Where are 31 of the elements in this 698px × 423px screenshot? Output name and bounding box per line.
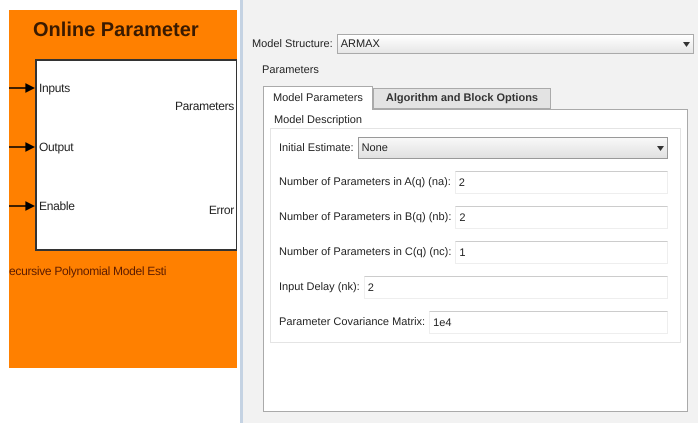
port-label: Inputs xyxy=(39,80,70,97)
input-field[interactable]: 1 xyxy=(455,241,668,264)
model-structure-dropdown[interactable]: ARMAX xyxy=(336,34,694,54)
estimator-block[interactable]: Inputs Output Enable Parameters Error xyxy=(35,59,237,251)
port-label: Enable xyxy=(39,198,75,215)
port-arrow-icon xyxy=(9,201,35,211)
input-field[interactable]: 2 xyxy=(364,276,668,299)
port-label: Parameters xyxy=(174,98,234,115)
field-label: Number of Parameters in A(q) (na): xyxy=(279,175,451,190)
field-label: Model Structure: xyxy=(252,36,333,52)
section-title: Parameters xyxy=(262,63,320,78)
initial-estimate-dropdown[interactable]: None xyxy=(358,137,668,159)
group-title: Model Description xyxy=(274,112,364,128)
port-label: Output xyxy=(39,139,74,156)
field-label: Number of Parameters in C(q) (nc): xyxy=(279,245,452,260)
dropdown-caret-icon xyxy=(683,42,690,46)
field-label: Parameter Covariance Matrix: xyxy=(279,315,426,330)
field-label: Initial Estimate: xyxy=(279,140,354,156)
tab[interactable]: Algorithm and Block Options xyxy=(372,88,552,108)
dropdown-caret-icon xyxy=(657,146,664,150)
input-field[interactable]: 1e4 xyxy=(429,311,668,334)
field-label: Input Delay (nk): xyxy=(279,280,360,296)
tab[interactable]: Model Parameters xyxy=(263,86,373,110)
block-caption: ecursive Polynomial Model Esti xyxy=(9,263,168,280)
port-arrow-icon xyxy=(9,142,35,152)
port-label: Error xyxy=(208,202,234,219)
input-field[interactable]: 2 xyxy=(455,206,668,229)
port-arrow-icon xyxy=(9,83,35,93)
block-title: Online Parameter xyxy=(33,18,200,43)
input-field[interactable]: 2 xyxy=(454,171,668,194)
field-label: Number of Parameters in B(q) (nb): xyxy=(279,210,452,226)
